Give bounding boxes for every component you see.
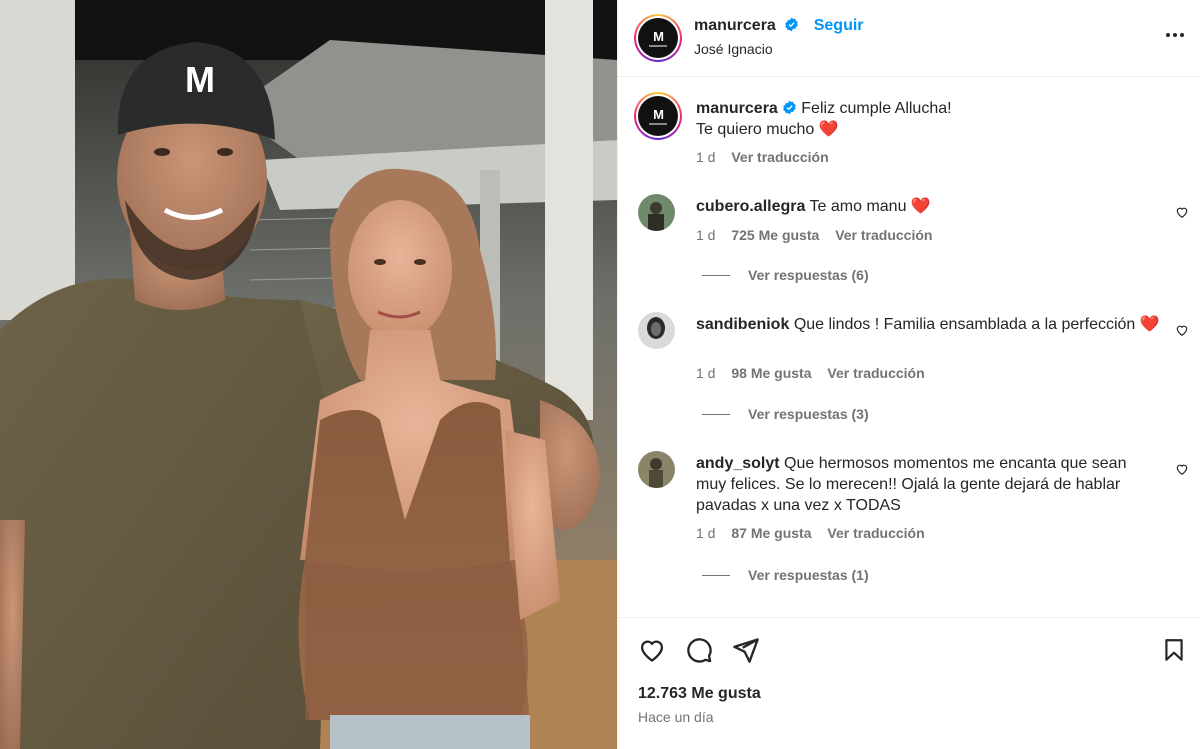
save-bookmark-icon[interactable] bbox=[1161, 636, 1187, 664]
post-location[interactable]: José Ignacio bbox=[694, 41, 773, 57]
comment-time: 1 d bbox=[696, 525, 716, 541]
verified-icon bbox=[785, 17, 799, 32]
comment-meta: 1 d 98 Me gusta Ver traducción bbox=[696, 365, 925, 381]
view-replies-button[interactable]: Ver respuestas (1) bbox=[702, 567, 869, 583]
photo-illustration: M bbox=[0, 0, 617, 749]
comment-meta: 1 d 725 Me gusta Ver traducción bbox=[696, 227, 932, 243]
caption-translate[interactable]: Ver traducción bbox=[731, 149, 828, 165]
verified-icon bbox=[783, 100, 796, 115]
caption-line2: Te quiero mucho bbox=[696, 121, 815, 138]
avatar[interactable]: M bbox=[634, 14, 682, 62]
post-header: M manurcera Seguir José Ignacio bbox=[618, 0, 1200, 77]
view-replies-button[interactable]: Ver respuestas (6) bbox=[702, 267, 869, 283]
caption-username[interactable]: manurcera bbox=[696, 100, 778, 117]
post-photo[interactable]: M bbox=[0, 0, 617, 749]
post-time: Hace un día bbox=[638, 709, 714, 725]
comment-likes[interactable]: 725 Me gusta bbox=[731, 227, 819, 243]
post-panel: M manurcera Seguir José Ignacio M manurc… bbox=[617, 0, 1200, 749]
comment-text: Te amo manu bbox=[809, 198, 907, 215]
comment-likes[interactable]: 87 Me gusta bbox=[731, 525, 811, 541]
heart-emoji: ❤️ bbox=[910, 198, 931, 215]
comment-translate[interactable]: Ver traducción bbox=[827, 525, 924, 541]
comment-likes[interactable]: 98 Me gusta bbox=[731, 365, 811, 381]
comment-username[interactable]: cubero.allegra bbox=[696, 198, 805, 215]
comment-time: 1 d bbox=[696, 227, 716, 243]
heart-emoji: ❤️ bbox=[1139, 316, 1160, 333]
comment-icon[interactable] bbox=[685, 636, 713, 664]
caption-avatar[interactable]: M bbox=[634, 92, 682, 140]
heart-emoji: ❤️ bbox=[818, 121, 839, 138]
comment-translate[interactable]: Ver traducción bbox=[827, 365, 924, 381]
view-replies-button[interactable]: Ver respuestas (3) bbox=[702, 406, 869, 422]
caption-time: 1 d bbox=[696, 149, 716, 165]
share-icon[interactable] bbox=[732, 636, 760, 664]
comment-avatar[interactable] bbox=[638, 194, 675, 231]
comments-list[interactable]: M manurcera Feliz cumple Allucha! Te qui… bbox=[618, 78, 1200, 616]
comment-body: cubero.allegra Te amo manu ❤️ bbox=[696, 196, 1166, 217]
like-comment-icon[interactable] bbox=[1175, 205, 1189, 219]
like-comment-icon[interactable] bbox=[1175, 323, 1189, 337]
comment-username[interactable]: andy_solyt bbox=[696, 455, 780, 472]
likes-count[interactable]: 12.763 Me gusta bbox=[638, 685, 761, 703]
svg-text:M: M bbox=[185, 59, 215, 100]
follow-button[interactable]: Seguir bbox=[814, 17, 864, 34]
caption-line1: Feliz cumple Allucha! bbox=[801, 100, 952, 117]
post-actions: 12.763 Me gusta Hace un día bbox=[618, 617, 1200, 749]
more-horizontal-icon[interactable] bbox=[1166, 33, 1184, 37]
comment-meta: 1 d 87 Me gusta Ver traducción bbox=[696, 525, 925, 541]
comment-translate[interactable]: Ver traducción bbox=[835, 227, 932, 243]
comment-avatar[interactable] bbox=[638, 451, 675, 488]
comment-time: 1 d bbox=[696, 365, 716, 381]
comment-body: sandibeniok Que lindos ! Familia ensambl… bbox=[696, 314, 1166, 335]
like-comment-icon[interactable] bbox=[1175, 462, 1189, 476]
caption: manurcera Feliz cumple Allucha! Te quier… bbox=[696, 98, 1176, 140]
caption-meta: 1 d Ver traducción bbox=[696, 149, 829, 165]
post-username[interactable]: manurcera bbox=[694, 17, 776, 34]
like-icon[interactable] bbox=[638, 636, 666, 664]
comment-text: Que lindos ! Familia ensamblada a la per… bbox=[793, 316, 1136, 333]
comment-username[interactable]: sandibeniok bbox=[696, 316, 789, 333]
comment-avatar[interactable] bbox=[638, 312, 675, 349]
comment-body: andy_solyt Que hermosos momentos me enca… bbox=[696, 453, 1156, 516]
